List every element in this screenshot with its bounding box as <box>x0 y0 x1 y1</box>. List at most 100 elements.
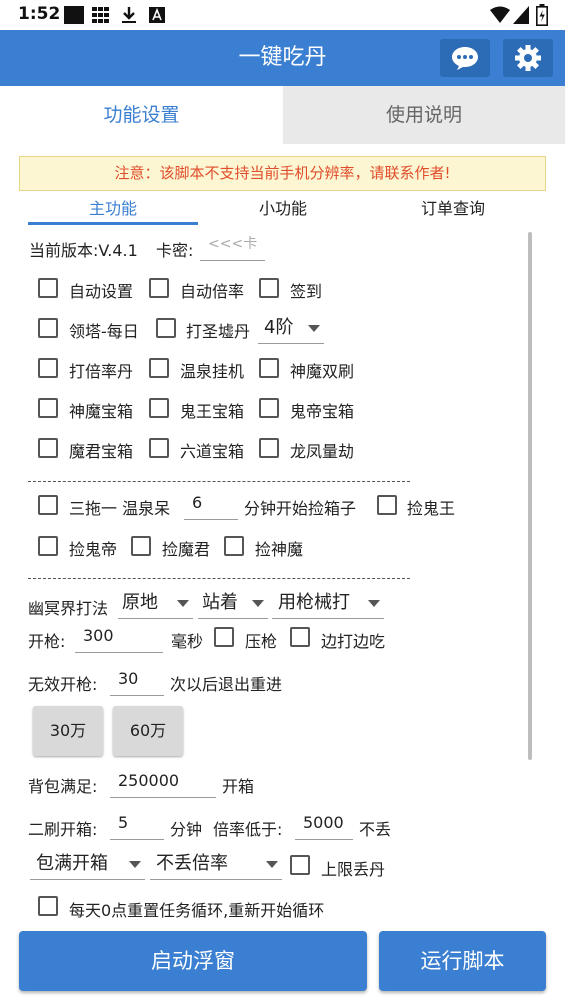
underworld-position-value: 原地 <box>122 592 158 613</box>
six-paths-chest-checkbox[interactable] <box>149 438 169 458</box>
subtab-order-query[interactable]: 订单查询 <box>368 197 538 225</box>
level-select[interactable]: 4阶 <box>258 314 324 344</box>
status-bar: 1:52 <box>0 0 565 30</box>
six-paths-chest-label: 六道宝箱 <box>180 442 245 461</box>
demon-chest-checkbox[interactable] <box>38 398 58 418</box>
second-pass-unit-label: 分钟 <box>170 820 203 839</box>
battery-icon <box>536 4 548 26</box>
rate-below-label: 倍率低于: <box>213 820 283 839</box>
demon-lord-chest-checkbox[interactable] <box>38 438 58 458</box>
card-key-label: 卡密: <box>156 241 194 260</box>
demon-lord-chest-label: 魔君宝箱 <box>69 442 134 461</box>
wifi-icon <box>490 6 510 23</box>
ghost-emperor-chest-checkbox[interactable] <box>259 398 279 418</box>
settings-button[interactable] <box>503 39 553 77</box>
demon-double-checkbox[interactable] <box>259 358 279 378</box>
tab-usage-instructions[interactable]: 使用说明 <box>283 86 565 144</box>
furnace-pill-checkbox[interactable] <box>156 318 176 338</box>
invalid-fire-after-label: 次以后退出重进 <box>170 675 283 694</box>
chevron-down-icon <box>308 325 320 332</box>
second-pass-minutes-input[interactable]: 5 <box>110 810 164 840</box>
preset-300k-button[interactable]: 30万 <box>33 706 103 756</box>
underworld-stance-select[interactable]: 站着 <box>198 589 268 619</box>
rate-pill-checkbox[interactable] <box>38 358 58 378</box>
subtab-main-function[interactable]: 主功能 <box>28 197 198 225</box>
rate-discard-select[interactable]: 不丢倍率 <box>150 850 282 880</box>
recoil-control-checkbox[interactable] <box>214 627 234 647</box>
pick-demon-god-label: 捡神魔 <box>255 540 304 559</box>
fire-unit-label: 毫秒 <box>171 632 204 651</box>
auto-settings-label: 自动设置 <box>69 282 134 301</box>
subtab-active-indicator <box>28 222 198 225</box>
invalid-fire-label: 无效开枪: <box>28 675 98 694</box>
bag-full-after-label: 开箱 <box>222 777 255 796</box>
bag-mode-select[interactable]: 包满开箱 <box>30 850 145 880</box>
underworld-weapon-value: 用枪械打 <box>278 592 350 613</box>
ghost-king-chest-checkbox[interactable] <box>149 398 169 418</box>
underworld-position-select[interactable]: 原地 <box>118 589 193 619</box>
subtab-small-function[interactable]: 小功能 <box>198 197 368 225</box>
bag-mode-value: 包满开箱 <box>36 853 108 874</box>
invalid-fire-input[interactable]: 30 <box>110 666 164 696</box>
tower-daily-checkbox[interactable] <box>38 318 58 338</box>
ghost-emperor-chest-label: 鬼帝宝箱 <box>290 402 355 421</box>
underworld-stance-value: 站着 <box>202 592 238 613</box>
hot-spring-minutes-input[interactable]: 6 <box>184 490 238 520</box>
hot-spring-idle-label: 温泉挂机 <box>180 362 245 381</box>
pick-demon-god-checkbox[interactable] <box>224 536 244 556</box>
bag-full-input[interactable]: 250000 <box>110 768 216 798</box>
resolution-warning-notice: 注意：该脚本不支持当前手机分辨率，请联系作者! <box>19 156 546 191</box>
chevron-down-icon <box>266 861 278 868</box>
level-select-value: 4阶 <box>264 317 294 338</box>
pick-ghost-emperor-checkbox[interactable] <box>38 536 58 556</box>
run-script-button[interactable]: 运行脚本 <box>379 931 546 991</box>
status-time: 1:52 <box>18 4 61 24</box>
download-icon <box>122 7 136 23</box>
rate-pill-label: 打倍率丹 <box>69 362 134 381</box>
recoil-control-label: 压枪 <box>245 632 278 651</box>
auto-settings-checkbox[interactable] <box>38 278 58 298</box>
sign-in-label: 签到 <box>290 282 323 301</box>
chevron-down-icon <box>129 861 141 868</box>
chat-bubble-icon <box>452 47 478 70</box>
notification-square-icon <box>64 6 84 24</box>
tower-daily-label: 领塔-每日 <box>69 322 139 341</box>
ghost-king-chest-label: 鬼王宝箱 <box>180 402 245 421</box>
app-title-bar: 一键吃丹 <box>0 30 565 86</box>
fight-and-eat-checkbox[interactable] <box>290 627 310 647</box>
auto-rate-label: 自动倍率 <box>180 282 245 301</box>
fire-interval-input[interactable]: 300 <box>75 623 163 653</box>
card-key-input[interactable]: <<<卡 <box>200 231 265 261</box>
preset-600k-button[interactable]: 60万 <box>113 706 183 756</box>
sign-in-checkbox[interactable] <box>259 278 279 298</box>
pick-ghost-king-checkbox[interactable] <box>377 495 397 515</box>
hot-spring-idle-checkbox[interactable] <box>149 358 169 378</box>
rate-below-input[interactable]: 5000 <box>295 810 353 840</box>
limit-discard-checkbox[interactable] <box>290 855 310 875</box>
hot-spring-label: 三拖一 温泉呆 <box>69 499 171 518</box>
version-label: 当前版本:V.4.1 <box>29 241 138 260</box>
pick-ghost-king-label: 捡鬼王 <box>407 499 456 518</box>
divider <box>28 481 410 482</box>
gear-icon <box>515 45 541 71</box>
chat-button[interactable] <box>440 39 490 77</box>
pick-demon-lord-label: 捡魔君 <box>162 540 211 559</box>
dragon-phoenix-label: 龙凤量劫 <box>290 442 355 461</box>
bag-full-label: 背包满足: <box>28 777 98 796</box>
font-a-icon <box>149 7 165 23</box>
pick-demon-lord-checkbox[interactable] <box>131 536 151 556</box>
limit-discard-label: 上限丢丹 <box>321 860 386 879</box>
scrollbar[interactable] <box>528 232 532 760</box>
auto-rate-checkbox[interactable] <box>149 278 169 298</box>
dragon-phoenix-checkbox[interactable] <box>259 438 279 458</box>
daily-reset-checkbox[interactable] <box>38 896 58 916</box>
daily-reset-label: 每天0点重置任务循环,重新开始循环 <box>69 901 325 920</box>
tab-function-settings[interactable]: 功能设置 <box>0 86 283 144</box>
fight-and-eat-label: 边打边吃 <box>321 632 386 651</box>
demon-chest-label: 神魔宝箱 <box>69 402 134 421</box>
underworld-weapon-select[interactable]: 用枪械打 <box>272 589 384 619</box>
three-drag-one-checkbox[interactable] <box>38 495 58 515</box>
no-discard-label: 不丢 <box>359 820 392 839</box>
start-float-window-button[interactable]: 启动浮窗 <box>19 931 367 991</box>
rate-discard-value: 不丢倍率 <box>156 853 228 874</box>
